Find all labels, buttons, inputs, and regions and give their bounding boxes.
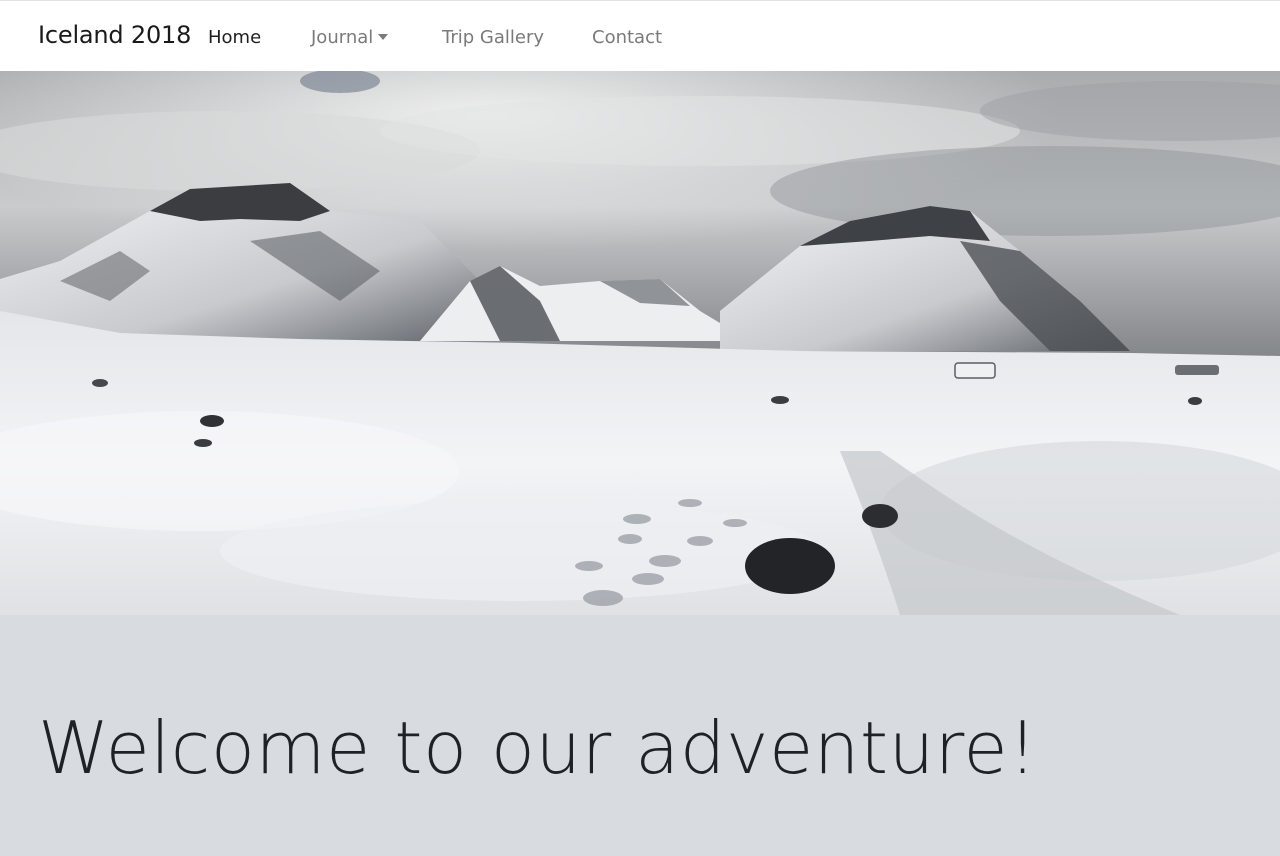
welcome-heading: Welcome to our adventure! — [38, 706, 1038, 790]
nav-journal-dropdown[interactable]: Journal — [311, 27, 389, 48]
top-navbar: Iceland 2018 Home Journal Trip Gallery C… — [0, 0, 1280, 71]
nav-contact[interactable]: Contact — [592, 27, 662, 48]
brand-link[interactable]: Iceland 2018 — [38, 21, 191, 49]
nav-home[interactable]: Home — [208, 27, 261, 48]
chevron-down-icon — [378, 33, 389, 40]
hero-image — [0, 71, 1280, 615]
nav-trip-gallery[interactable]: Trip Gallery — [442, 27, 544, 48]
nav-journal-label: Journal — [311, 27, 374, 48]
welcome-jumbotron: Welcome to our adventure! — [0, 615, 1280, 856]
